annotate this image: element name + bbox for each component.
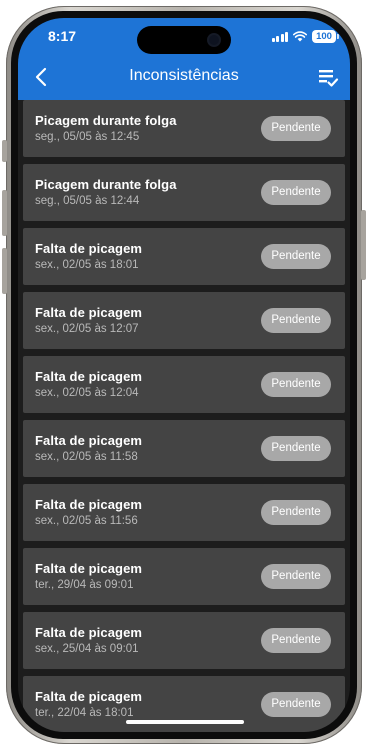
status-badge: Pendente — [261, 692, 331, 717]
wifi-icon — [293, 31, 307, 42]
item-title: Falta de picagem — [35, 433, 143, 448]
item-datetime: sex., 25/04 às 09:01 — [35, 643, 139, 655]
status-badge: Pendente — [261, 116, 331, 141]
volume-up-button — [2, 190, 7, 236]
dynamic-island — [137, 26, 231, 54]
status-badge: Pendente — [261, 436, 331, 461]
list-item[interactable]: Falta de picagem sex., 02/05 às 12:04 Pe… — [23, 356, 345, 413]
item-title: Falta de picagem — [35, 241, 143, 256]
page-title: Inconsistências — [129, 67, 239, 84]
chevron-left-icon — [35, 67, 47, 87]
item-title: Falta de picagem — [35, 561, 143, 576]
list-item[interactable]: Falta de picagem sex., 25/04 às 09:01 Pe… — [23, 612, 345, 669]
status-badge: Pendente — [261, 180, 331, 205]
list-item[interactable]: Falta de picagem sex., 02/05 às 11:56 Pe… — [23, 484, 345, 541]
app-header: 8:17 100 Inconsistências — [18, 18, 350, 100]
item-title: Falta de picagem — [35, 625, 143, 640]
item-title: Falta de picagem — [35, 497, 143, 512]
item-datetime: sex., 02/05 às 18:01 — [35, 259, 139, 271]
list-item[interactable]: Falta de picagem sex., 02/05 às 18:01 Pe… — [23, 228, 345, 285]
list-item[interactable]: Falta de picagem ter., 29/04 às 09:01 Pe… — [23, 548, 345, 605]
action-button — [2, 140, 7, 162]
home-indicator[interactable] — [126, 720, 244, 724]
back-button[interactable] — [32, 64, 54, 90]
app-screen: 8:17 100 Inconsistências Picagem durante… — [18, 18, 350, 732]
battery-icon: 100 — [312, 30, 339, 43]
item-datetime: seg., 05/05 às 12:45 — [35, 131, 140, 143]
cellular-signal-icon — [271, 31, 288, 42]
status-badge: Pendente — [261, 564, 331, 589]
status-badge: Pendente — [261, 308, 331, 333]
item-datetime: sex., 02/05 às 11:58 — [35, 451, 138, 463]
volume-down-button — [2, 248, 7, 294]
status-time: 8:17 — [48, 28, 77, 44]
filter-button[interactable] — [316, 64, 340, 90]
status-badge: Pendente — [261, 628, 331, 653]
status-icons: 100 — [271, 30, 339, 43]
item-datetime: sex., 02/05 às 12:04 — [35, 387, 139, 399]
status-badge: Pendente — [261, 372, 331, 397]
item-datetime: ter., 22/04 às 18:01 — [35, 707, 134, 719]
item-title: Picagem durante folga — [35, 177, 177, 192]
item-title: Falta de picagem — [35, 305, 143, 320]
list-item[interactable]: Picagem durante folga seg., 05/05 às 12:… — [23, 100, 345, 157]
item-title: Falta de picagem — [35, 369, 143, 384]
item-datetime: sex., 02/05 às 12:07 — [35, 323, 139, 335]
camera-icon — [209, 35, 219, 45]
item-title: Picagem durante folga — [35, 113, 177, 128]
list-item[interactable]: Picagem durante folga seg., 05/05 às 12:… — [23, 164, 345, 221]
filter-checklist-icon — [319, 70, 339, 87]
list-item[interactable]: Falta de picagem sex., 02/05 às 12:07 Pe… — [23, 292, 345, 349]
power-button — [361, 210, 366, 280]
status-badge: Pendente — [261, 500, 331, 525]
item-datetime: seg., 05/05 às 12:44 — [35, 195, 140, 207]
list-item[interactable]: Falta de picagem sex., 02/05 às 11:58 Pe… — [23, 420, 345, 477]
status-badge: Pendente — [261, 244, 331, 269]
item-datetime: ter., 29/04 às 09:01 — [35, 579, 134, 591]
item-datetime: sex., 02/05 às 11:56 — [35, 515, 138, 527]
item-title: Falta de picagem — [35, 689, 143, 704]
